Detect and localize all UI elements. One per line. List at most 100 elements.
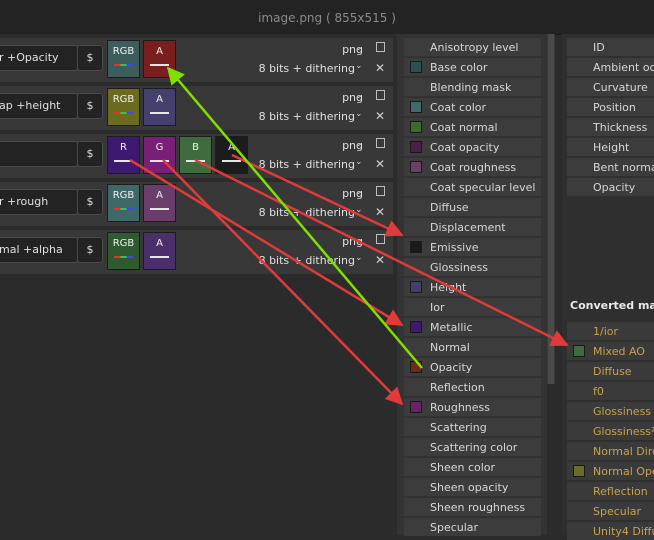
- map-list-item[interactable]: Position: [567, 97, 654, 116]
- channel-list-item[interactable]: Normal: [404, 337, 541, 356]
- close-icon[interactable]: ✕: [375, 61, 385, 75]
- channel-chip[interactable]: RGB: [107, 88, 140, 126]
- channel-list-item[interactable]: Scattering: [404, 417, 541, 436]
- converted-map-item[interactable]: Normal Ope: [567, 461, 654, 480]
- channel-list-item[interactable]: Sheen color: [404, 457, 541, 476]
- color-swatch: [410, 61, 422, 73]
- channel-chip[interactable]: RGB: [107, 40, 140, 78]
- map-list-item[interactable]: Height: [567, 137, 654, 156]
- channel-chip[interactable]: A: [143, 232, 176, 270]
- channel-bar: [114, 160, 133, 162]
- variable-button[interactable]: $: [77, 189, 103, 215]
- close-icon[interactable]: ✕: [375, 253, 385, 267]
- channel-chip[interactable]: A: [143, 40, 176, 78]
- color-swatch: [410, 101, 422, 113]
- bit-depth-select[interactable]: 8 bits + dithering: [259, 206, 355, 219]
- channel-list-item[interactable]: Scattering color: [404, 437, 541, 456]
- map-list-item[interactable]: Ambient occ: [567, 57, 654, 76]
- output-name-field[interactable]: ap +height: [0, 93, 78, 119]
- bit-depth-select[interactable]: 8 bits + dithering: [259, 62, 355, 75]
- chevron-down-icon[interactable]: ⌄: [355, 253, 365, 263]
- variable-button[interactable]: $: [77, 45, 103, 71]
- channel-list-item[interactable]: Metallic: [404, 317, 541, 336]
- channel-chip-label: A: [228, 142, 235, 153]
- channel-list-item[interactable]: Coat opacity: [404, 137, 541, 156]
- converted-map-item[interactable]: Glossiness: [567, 401, 654, 420]
- channel-list-item[interactable]: Roughness: [404, 397, 541, 416]
- converted-map-item[interactable]: Glossiness²: [567, 421, 654, 440]
- chevron-down-icon[interactable]: ⌄: [355, 205, 365, 215]
- channel-chip[interactable]: A: [143, 184, 176, 222]
- scrollbar-thumb[interactable]: [548, 34, 554, 384]
- channel-list-item[interactable]: Opacity: [404, 357, 541, 376]
- channel-list-item[interactable]: Emissive: [404, 237, 541, 256]
- map-list-item[interactable]: ID: [567, 37, 654, 56]
- converted-map-item[interactable]: Mixed AO: [567, 341, 654, 360]
- channel-chip[interactable]: RGB: [107, 184, 140, 222]
- channel-list-item[interactable]: Coat color: [404, 97, 541, 116]
- channel-list-item[interactable]: Coat roughness: [404, 157, 541, 176]
- map-list-item[interactable]: Bent normal: [567, 157, 654, 176]
- variable-button[interactable]: $: [77, 237, 103, 263]
- channel-list-item[interactable]: Height: [404, 277, 541, 296]
- close-icon[interactable]: ✕: [375, 205, 385, 219]
- channel-list-item[interactable]: Ior: [404, 297, 541, 316]
- document-icon[interactable]: [376, 186, 385, 196]
- document-icon[interactable]: [376, 234, 385, 244]
- chevron-down-icon[interactable]: ⌄: [355, 157, 365, 167]
- channel-chip-label: A: [156, 94, 163, 105]
- output-row: r +Opacity $ png ⌄ 8 bits + dithering ⌄ …: [0, 38, 393, 82]
- channel-list-item[interactable]: Diffuse: [404, 197, 541, 216]
- converted-map-item[interactable]: Reflection: [567, 481, 654, 500]
- variable-button[interactable]: $: [77, 141, 103, 167]
- channel-list-item[interactable]: Anisotropy level: [404, 37, 541, 56]
- channel-list-item[interactable]: Displacement: [404, 217, 541, 236]
- channel-list-scrollbar[interactable]: [547, 34, 555, 384]
- chevron-down-icon[interactable]: ⌄: [355, 61, 365, 71]
- converted-map-item[interactable]: f0: [567, 381, 654, 400]
- document-icon[interactable]: [376, 90, 385, 100]
- chevron-down-icon[interactable]: ⌄: [355, 91, 365, 101]
- chevron-down-icon[interactable]: ⌄: [355, 109, 365, 119]
- output-name-field[interactable]: mal +alpha: [0, 237, 78, 263]
- converted-map-item[interactable]: Diffuse: [567, 361, 654, 380]
- document-icon[interactable]: [376, 138, 385, 148]
- map-list-item[interactable]: Curvature: [567, 77, 654, 96]
- bit-depth-select[interactable]: 8 bits + dithering: [259, 254, 355, 267]
- converted-map-label: Unity4 Diffu: [593, 525, 654, 538]
- channel-list-item[interactable]: Blending mask: [404, 77, 541, 96]
- converted-map-item[interactable]: Normal Dire: [567, 441, 654, 460]
- close-icon[interactable]: ✕: [375, 109, 385, 123]
- chevron-down-icon[interactable]: ⌄: [355, 139, 365, 149]
- channel-list-item[interactable]: Reflection: [404, 377, 541, 396]
- channel-chip[interactable]: A: [215, 136, 248, 174]
- map-list-item[interactable]: Thickness: [567, 117, 654, 136]
- bit-depth-select[interactable]: 8 bits + dithering: [259, 110, 355, 123]
- channel-chip[interactable]: B: [179, 136, 212, 174]
- channel-list-item[interactable]: Coat normal: [404, 117, 541, 136]
- channel-list-item[interactable]: Sheen roughness: [404, 497, 541, 516]
- channel-chip[interactable]: A: [143, 88, 176, 126]
- converted-map-item[interactable]: Unity4 Diffu: [567, 521, 654, 540]
- converted-map-item[interactable]: 1/ior: [567, 321, 654, 340]
- chevron-down-icon[interactable]: ⌄: [355, 187, 365, 197]
- channel-list-item[interactable]: Specular: [404, 517, 541, 536]
- channel-list-item[interactable]: Base color: [404, 57, 541, 76]
- channel-chip[interactable]: R: [107, 136, 140, 174]
- channel-chip[interactable]: G: [143, 136, 176, 174]
- map-list-item[interactable]: Opacity: [567, 177, 654, 196]
- channel-list-item[interactable]: Sheen opacity: [404, 477, 541, 496]
- document-icon[interactable]: [376, 42, 385, 52]
- output-name-field[interactable]: r +rough: [0, 189, 78, 215]
- bit-depth-select[interactable]: 8 bits + dithering: [259, 158, 355, 171]
- output-name-field[interactable]: r +Opacity: [0, 45, 78, 71]
- close-icon[interactable]: ✕: [375, 157, 385, 171]
- channel-chip[interactable]: RGB: [107, 232, 140, 270]
- chevron-down-icon[interactable]: ⌄: [355, 235, 365, 245]
- output-name-field[interactable]: [0, 141, 78, 167]
- variable-button[interactable]: $: [77, 93, 103, 119]
- channel-list-item[interactable]: Coat specular level: [404, 177, 541, 196]
- channel-list-item[interactable]: Glossiness: [404, 257, 541, 276]
- chevron-down-icon[interactable]: ⌄: [355, 43, 365, 53]
- converted-map-item[interactable]: Specular: [567, 501, 654, 520]
